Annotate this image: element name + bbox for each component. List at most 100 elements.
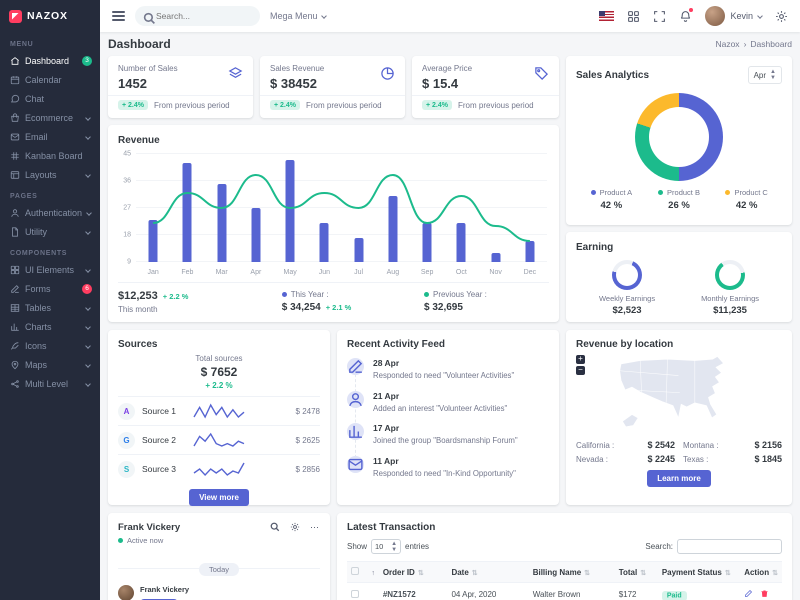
apps-grid-icon[interactable] — [627, 10, 640, 23]
email-icon — [10, 132, 20, 142]
source-row[interactable]: GSource 2$ 2625 — [118, 425, 320, 454]
earning-items: Weekly Earnings$2,523Monthly Earnings$11… — [576, 260, 782, 316]
sidebar-item-label: Tables — [25, 303, 51, 313]
sidebar-menu: MENUDashboard3CalendarChatEcommerceEmail… — [0, 32, 100, 393]
previous-year-dot — [424, 292, 429, 297]
page-title-bar: Dashboard Nazox › Dashboard — [108, 34, 792, 54]
sidebar-item-charts[interactable]: Charts — [0, 317, 100, 336]
chat-message: Frank Vickery Hello! — [118, 585, 320, 600]
edit-icon[interactable] — [744, 589, 753, 598]
order-id[interactable]: #NZ1572 — [379, 583, 448, 600]
view-more-button[interactable]: View more — [189, 489, 249, 506]
source-rows: ASource 1$ 2478GSource 2$ 2625SSource 3$… — [118, 396, 320, 483]
column-header-order-id[interactable]: Order ID⇅ — [379, 562, 448, 583]
chat-search-icon[interactable] — [270, 522, 280, 532]
column-header-date[interactable]: Date⇅ — [447, 562, 528, 583]
sidebar-section-label: PAGES — [0, 184, 100, 203]
card-title: Sources — [118, 339, 320, 350]
y-axis-labels: 918273645 — [118, 154, 134, 262]
kanban-icon — [10, 151, 20, 161]
delete-trash-icon[interactable] — [760, 589, 769, 598]
sidebar-item-utility[interactable]: Utility — [0, 222, 100, 241]
chat-user-name: Frank Vickery — [118, 522, 180, 533]
fullscreen-icon[interactable] — [653, 10, 666, 23]
sidebar-item-multi-level[interactable]: Multi Level — [0, 374, 100, 393]
map-zoom-in-button[interactable]: + — [576, 355, 585, 364]
mega-menu-button[interactable]: Mega Menu — [270, 11, 328, 21]
settings-gear-icon[interactable] — [775, 10, 788, 23]
sidebar-item-calendar[interactable]: Calendar — [0, 70, 100, 89]
breadcrumb: Nazox › Dashboard — [715, 39, 792, 49]
location-stat: Texas :$ 1845 — [683, 454, 782, 464]
ui-elements-icon — [10, 265, 20, 275]
donut-legend: Product A42 %Product B26 %Product C42 % — [576, 188, 782, 211]
stat-card-number-of-sales: Number of Sales 1452 + 2.4% From previou… — [108, 56, 253, 118]
search-input[interactable] — [156, 11, 246, 21]
row-checkbox[interactable] — [351, 590, 359, 598]
period-select[interactable]: Apr ▲▼ — [748, 66, 782, 84]
mail-icon — [347, 456, 364, 473]
multi-level-icon — [10, 379, 20, 389]
chat-settings-gear-icon[interactable] — [290, 522, 300, 532]
page-title: Dashboard — [108, 37, 171, 51]
sidebar-item-authentication[interactable]: Authentication — [0, 203, 100, 222]
sort-icon: ⇅ — [772, 570, 778, 577]
column-header-billing-name[interactable]: Billing Name⇅ — [529, 562, 615, 583]
column-header-total[interactable]: Total⇅ — [615, 562, 658, 583]
sidebar-item-ecommerce[interactable]: Ecommerce — [0, 108, 100, 127]
chat-date-divider: Today — [199, 563, 239, 576]
sidebar: NAZOX MENUDashboard3CalendarChatEcommerc… — [0, 0, 100, 600]
chat-more-icon[interactable]: ⋯ — [310, 522, 320, 532]
sort-icon[interactable]: ↑ — [371, 570, 375, 577]
card-title: Earning — [576, 242, 782, 253]
entries-select[interactable]: 10 ▲▼ — [371, 539, 401, 554]
radial-progress — [715, 260, 745, 290]
delta-badge: + 2.4% — [118, 100, 148, 110]
global-search — [135, 6, 260, 26]
avatar — [118, 585, 134, 600]
card-title: Revenue by location — [576, 339, 782, 350]
sidebar-badge: 3 — [82, 56, 92, 66]
chat-icon — [10, 94, 20, 104]
chat-card: Frank Vickery Active now ⋯ Today Frank V… — [108, 513, 330, 600]
column-header-action[interactable]: Action⇅ — [740, 562, 782, 583]
sidebar-item-dashboard[interactable]: Dashboard3 — [0, 51, 100, 70]
sidebar-item-email[interactable]: Email — [0, 127, 100, 146]
activity-item: 28 AprResponded to need "Volunteer Activ… — [347, 358, 549, 380]
stat-value: $ 38452 — [270, 76, 395, 91]
user-menu[interactable]: Kevin — [705, 6, 762, 26]
source-row[interactable]: ASource 1$ 2478 — [118, 396, 320, 425]
column-header-payment-status[interactable]: Payment Status⇅ — [658, 562, 740, 583]
sidebar-item-ui-elements[interactable]: UI Elements — [0, 260, 100, 279]
user-icon — [347, 391, 364, 408]
sidebar-item-icons[interactable]: Icons — [0, 336, 100, 355]
breadcrumb-separator: › — [744, 39, 747, 49]
usa-map[interactable] — [590, 353, 786, 435]
chevron-down-icon — [321, 13, 327, 19]
source-logo-icon: A — [118, 403, 135, 420]
sidebar-item-maps[interactable]: Maps — [0, 355, 100, 374]
source-row[interactable]: SSource 3$ 2856 — [118, 454, 320, 483]
table-search-input[interactable] — [677, 539, 782, 554]
sidebar-item-tables[interactable]: Tables — [0, 298, 100, 317]
sidebar-item-layouts[interactable]: Layouts — [0, 165, 100, 184]
sidebar-item-forms[interactable]: Forms6 — [0, 279, 100, 298]
chevron-down-icon — [86, 210, 92, 216]
table-row: #NZ157204 Apr, 2020Walter Brown$172Paid — [347, 583, 782, 600]
card-title: Revenue — [118, 135, 549, 146]
map-zoom-out-button[interactable]: − — [576, 366, 585, 375]
brand-name: NAZOX — [27, 10, 68, 22]
transactions-table: ↑ Order ID⇅Date⇅Billing Name⇅Total⇅Paymen… — [347, 561, 782, 600]
breadcrumb-parent[interactable]: Nazox — [715, 39, 739, 49]
icons-icon — [10, 341, 20, 351]
sidebar-item-chat[interactable]: Chat — [0, 89, 100, 108]
brand-logo[interactable]: NAZOX — [0, 0, 100, 32]
tables-icon — [10, 303, 20, 313]
plot-area — [136, 154, 547, 262]
notifications-bell-icon[interactable] — [679, 10, 692, 23]
select-all-checkbox[interactable] — [351, 567, 359, 575]
learn-more-button[interactable]: Learn more — [647, 470, 711, 487]
menu-toggle-icon[interactable] — [112, 9, 125, 23]
language-flag-us[interactable] — [599, 11, 614, 21]
sidebar-item-kanban-board[interactable]: Kanban Board — [0, 146, 100, 165]
